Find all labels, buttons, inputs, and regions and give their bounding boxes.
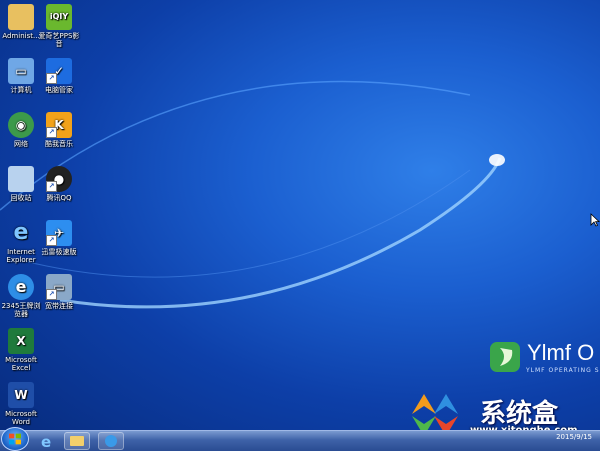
internet-explorer-icon: e — [13, 220, 29, 245]
broadband-connection-icon: ▭ ↗ — [46, 274, 72, 300]
shortcut-arrow-icon: ↗ — [46, 181, 57, 192]
shield-icon: ✓ ↗ — [46, 58, 72, 84]
taskbar: e 2015/9/15 — [0, 427, 600, 451]
icon-label: 酷我音乐 — [45, 140, 73, 148]
icon-label: 网络 — [14, 140, 28, 148]
network-icon: ◉ — [8, 112, 34, 138]
shortcut-arrow-icon: ↗ — [46, 235, 57, 246]
icon-label: 电脑管家 — [45, 86, 73, 94]
word-icon: W — [8, 382, 34, 408]
internet-explorer-icon: e — [41, 433, 52, 451]
taskbar-clock[interactable]: 2015/9/15 — [556, 433, 592, 441]
browser-icon — [105, 435, 117, 447]
icon-label: 宽带连接 — [45, 302, 73, 310]
desktop-icon-internet-explorer[interactable]: e Internet Explorer — [0, 220, 42, 265]
desktop-icon-excel[interactable]: X Microsoft Excel — [0, 328, 42, 372]
brand-name: Ylmf O — [527, 340, 595, 365]
icon-label: Microsoft Excel — [5, 356, 37, 372]
icon-label: 回收站 — [10, 194, 32, 202]
icon-label: Microsoft Word — [5, 410, 37, 426]
mouse-cursor-icon — [590, 213, 600, 227]
icon-label: Internet Explorer — [6, 248, 36, 264]
desktop-icon-word[interactable]: W Microsoft Word — [0, 382, 42, 426]
icon-label: Administ... — [2, 32, 40, 40]
desktop-icon-thunder[interactable]: ✈ ↗ 迅雷极速版 — [38, 220, 80, 256]
excel-icon: X — [8, 328, 34, 354]
user-folder-icon — [8, 4, 34, 30]
taskbar-explorer-button[interactable] — [64, 432, 90, 450]
icon-label: 迅雷极速版 — [41, 248, 77, 256]
computer-icon: ▭ — [8, 58, 34, 84]
desktop-icon-qq[interactable]: ● ↗ 腾讯QQ — [38, 166, 80, 202]
icon-label: 2345王牌浏览器 — [1, 302, 41, 318]
browser-2345-icon: e — [8, 274, 34, 300]
shortcut-arrow-icon: ↗ — [46, 73, 57, 84]
start-button[interactable] — [1, 427, 29, 451]
brand-subtitle: YLMF OPERATING S — [526, 367, 600, 374]
icon-label: 计算机 — [10, 86, 32, 94]
icon-label: 爱奇艺PPS影音 — [38, 32, 80, 48]
desktop-icon-computer[interactable]: ▭ 计算机 — [0, 58, 42, 94]
desktop-icon-2345-browser[interactable]: e 2345王牌浏览器 — [0, 274, 42, 318]
recycle-bin-icon — [8, 166, 34, 192]
desktop-icon-network[interactable]: ◉ 网络 — [0, 112, 42, 148]
desktop-icon-iqiyi-pps[interactable]: iQIY 爱奇艺PPS影音 — [38, 4, 80, 48]
desktop-icon-recycle-bin[interactable]: 回收站 — [0, 166, 42, 202]
shortcut-arrow-icon: ↗ — [46, 127, 57, 138]
qq-penguin-icon: ● ↗ — [46, 166, 72, 192]
icon-label: 腾讯QQ — [46, 194, 72, 202]
desktop-icon-pc-manager[interactable]: ✓ ↗ 电脑管家 — [38, 58, 80, 94]
taskbar-browser-button[interactable] — [98, 432, 124, 450]
taskbar-ie-button[interactable]: e — [34, 432, 60, 451]
desktop-icon-broadband[interactable]: ▭ ↗ 宽带连接 — [38, 274, 80, 310]
iqiyi-icon: iQIY — [46, 4, 72, 30]
folder-icon — [70, 436, 84, 446]
shortcut-arrow-icon: ↗ — [46, 289, 57, 300]
kuwo-music-icon: K ↗ — [46, 112, 72, 138]
thunder-bird-icon: ✈ ↗ — [46, 220, 72, 246]
desktop-icon-kuwo-music[interactable]: K ↗ 酷我音乐 — [38, 112, 80, 148]
desktop-icon-administrator[interactable]: Administ... — [0, 4, 42, 40]
windows-logo-icon — [9, 433, 21, 445]
desktop[interactable]: Administ... ▭ 计算机 ◉ 网络 回收站 e Internet Ex… — [0, 0, 600, 450]
